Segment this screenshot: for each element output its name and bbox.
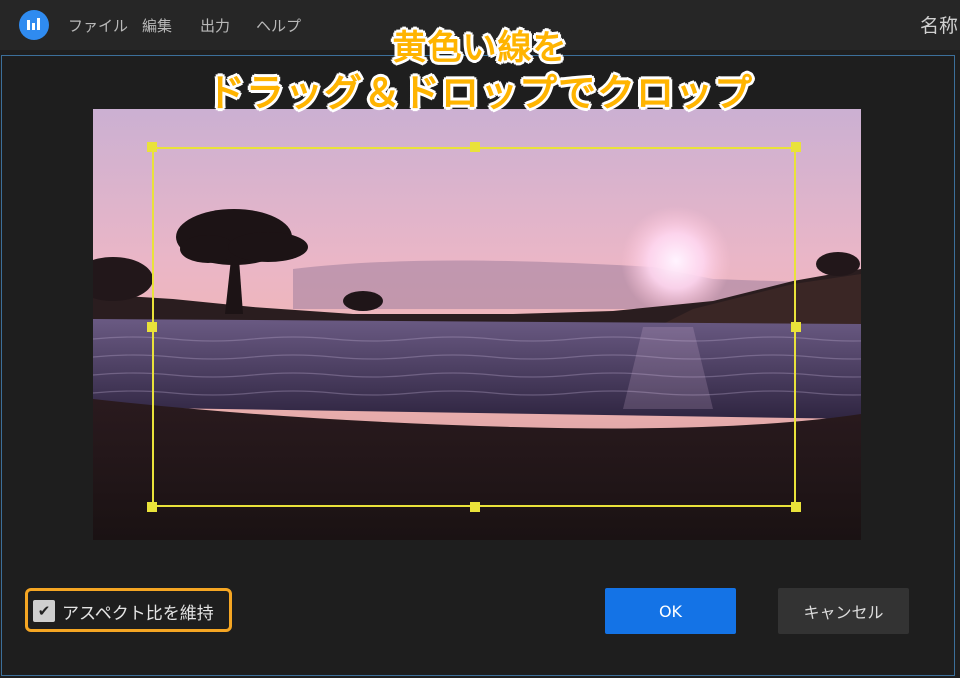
crop-handle-left[interactable] — [147, 322, 157, 332]
checkmark-icon: ✔ — [37, 602, 51, 620]
crop-handle-top-left[interactable] — [147, 142, 157, 152]
crop-handle-top-right[interactable] — [791, 142, 801, 152]
crop-handle-top[interactable] — [470, 142, 480, 152]
aspect-checkbox-label[interactable]: アスペクト比を維持 — [62, 599, 214, 624]
crop-handle-bottom[interactable] — [470, 502, 480, 512]
ok-button[interactable]: OK — [605, 588, 736, 634]
crop-frame[interactable] — [152, 147, 796, 507]
crop-handle-bottom-left[interactable] — [147, 502, 157, 512]
crop-handle-bottom-right[interactable] — [791, 502, 801, 512]
cancel-button[interactable]: キャンセル — [778, 588, 909, 634]
annotation-line-2: ドラッグ＆ドロップでクロップ — [206, 71, 753, 115]
crop-handle-right[interactable] — [791, 322, 801, 332]
aspect-checkbox[interactable]: ✔ — [33, 600, 55, 622]
